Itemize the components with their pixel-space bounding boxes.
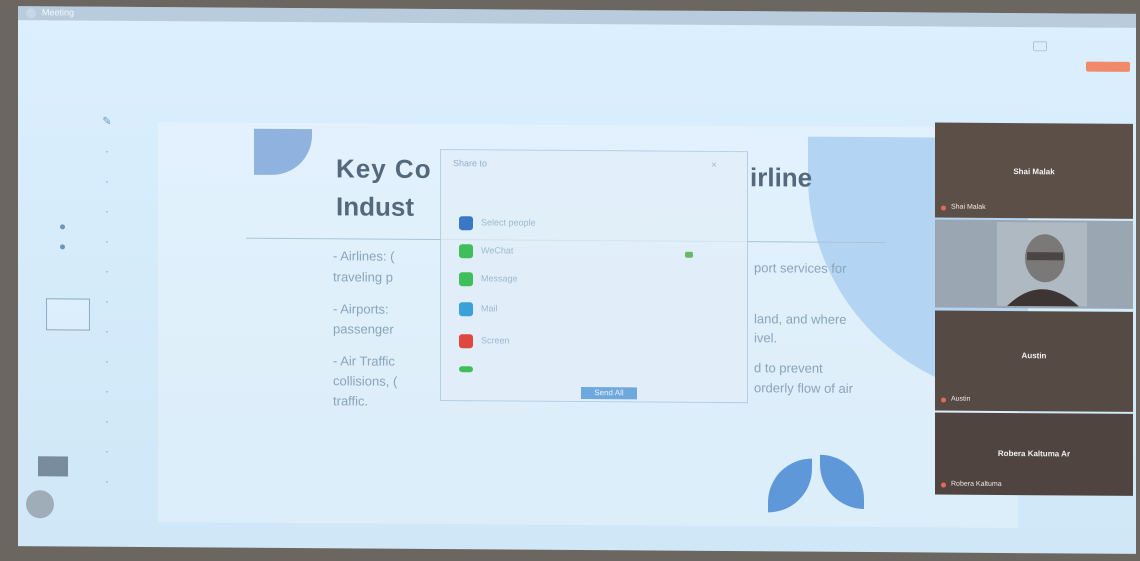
participant-name: Robera Kaltuma Ar: [997, 448, 1071, 459]
tool-icon[interactable]: ·: [102, 386, 112, 398]
share-option-label: Mail: [481, 303, 498, 314]
bullet-text: - Airlines: (: [333, 248, 395, 264]
bullet-text: passenger: [333, 321, 394, 337]
mic-muted-icon: [941, 482, 946, 488]
window-control-icon[interactable]: [1033, 41, 1047, 52]
participant-tile[interactable]: Shai Malak Shai Malak: [935, 122, 1133, 219]
send-button[interactable]: Send All: [581, 387, 637, 400]
toolbar-panel[interactable]: [46, 298, 90, 331]
bullet-text: - Airports:: [333, 301, 389, 317]
participant-video: [997, 221, 1087, 307]
mail-icon: [459, 302, 473, 317]
close-icon[interactable]: ×: [711, 160, 717, 171]
app-icon: [459, 366, 473, 373]
people-icon: [459, 216, 473, 231]
app-title: Meeting: [42, 7, 75, 18]
tool-icon[interactable]: ·: [102, 446, 112, 458]
bullet-text: port services for: [754, 260, 847, 276]
slide-title: Key Co: [336, 153, 432, 184]
pen-icon[interactable]: ✎: [102, 116, 112, 128]
popup-header: Share to: [453, 158, 488, 169]
tool-icon[interactable]: ·: [102, 356, 112, 368]
tool-icon[interactable]: ·: [102, 476, 112, 488]
participant-tile[interactable]: Austin Austin: [935, 310, 1133, 412]
participant-name: Austin: [1021, 351, 1047, 361]
thumbnail-icon[interactable]: [38, 456, 68, 477]
participant-label: Robera Kaltuma: [951, 480, 1002, 488]
tool-icon[interactable]: ·: [102, 266, 112, 278]
tool-icon[interactable]: ·: [102, 296, 112, 308]
mic-muted-icon: [941, 205, 946, 211]
participant-label: Shai Malak: [951, 203, 986, 211]
participant-tile[interactable]: Robera Kaltuma Ar Robera Kaltuma: [935, 412, 1133, 496]
bullet-text: traveling p: [333, 269, 393, 285]
tool-icon[interactable]: ·: [102, 206, 112, 218]
recording-indicator[interactable]: [1086, 61, 1130, 72]
bullet-text: orderly flow of air: [754, 380, 853, 396]
tool-icon[interactable]: ·: [102, 416, 112, 428]
bullet-text: ivel.: [754, 330, 778, 346]
bullet-text: - Air Traffic: [333, 353, 395, 369]
toolbar-dot[interactable]: [60, 224, 65, 230]
share-option-label: Select people: [481, 217, 536, 228]
share-popup: Share to × Select people WeChat Message …: [440, 149, 748, 404]
wechat-icon: [459, 244, 473, 259]
bullet-text: collisions, (: [333, 373, 398, 389]
bullet-text: land, and where: [754, 311, 847, 327]
title-bar: Meeting: [18, 6, 1136, 28]
bullet-text: traffic.: [333, 393, 369, 409]
app-icon: [26, 8, 36, 19]
participant-name: Shai Malak: [1013, 167, 1055, 177]
projected-screen: Meeting ✎ · · · · · · · · · · · · Key Co…: [18, 6, 1136, 554]
tool-icon[interactable]: ·: [102, 236, 112, 248]
share-option-label: WeChat: [481, 245, 514, 256]
participant-video-tile[interactable]: [935, 219, 1133, 309]
mic-muted-icon: [941, 397, 946, 403]
share-option-label: Message: [481, 273, 518, 284]
message-icon: [459, 272, 473, 287]
bullet-text: d to prevent: [754, 360, 823, 376]
participants-panel: Shai Malak Shai Malak Austin Austin Robe…: [935, 122, 1133, 498]
share-option-label: Screen: [481, 335, 510, 346]
slide-title-line2: Indust: [336, 191, 414, 222]
participant-label: Austin: [951, 395, 971, 403]
slide-decoration: [254, 128, 312, 176]
tool-icon[interactable]: ·: [102, 146, 112, 158]
screen-icon: [459, 334, 473, 349]
tool-icon[interactable]: ·: [102, 326, 112, 338]
slide-title-tail: irline: [750, 162, 813, 193]
tool-icon[interactable]: ·: [102, 176, 112, 188]
leaf-logo-icon: [768, 454, 868, 515]
avatar[interactable]: [26, 490, 54, 519]
status-indicator: [685, 251, 693, 258]
toolbar-dot[interactable]: [60, 244, 65, 250]
